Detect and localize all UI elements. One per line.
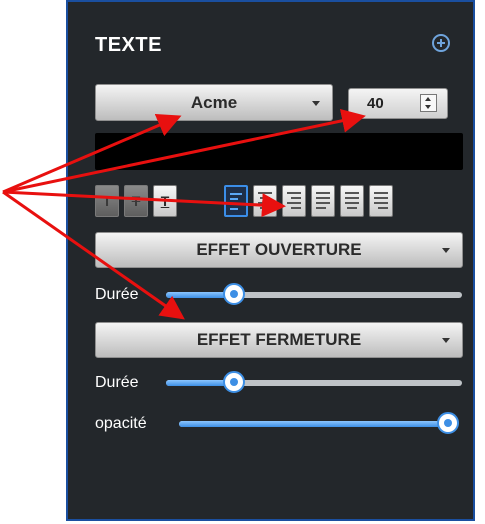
- duration-close-slider[interactable]: [166, 371, 462, 393]
- text-strike-button[interactable]: T: [124, 185, 148, 217]
- text-underline-icon: T: [160, 193, 170, 209]
- effect-open-label: EFFET OUVERTURE: [196, 240, 362, 259]
- font-size-value: 40: [367, 95, 384, 112]
- align-right-button[interactable]: [282, 185, 306, 217]
- duration-open-thumb[interactable]: [223, 283, 246, 305]
- text-underline-button[interactable]: T: [153, 185, 177, 217]
- opacity-fill: [179, 421, 448, 427]
- align-left-button[interactable]: [224, 185, 248, 217]
- align-center-button[interactable]: [253, 185, 277, 217]
- justify-right-icon: [374, 192, 388, 212]
- duration-close-label: Durée: [95, 374, 139, 391]
- text-strike-icon: T: [131, 193, 141, 209]
- text-bold-icon: T: [102, 193, 112, 209]
- justify-left-button[interactable]: [311, 185, 335, 217]
- text-bold-button[interactable]: T: [95, 185, 119, 217]
- align-right-icon: [287, 192, 301, 212]
- panel-title: TEXTE: [95, 34, 162, 56]
- opacity-thumb[interactable]: [437, 412, 459, 434]
- align-left-icon: [230, 193, 242, 213]
- font-size-stepper[interactable]: 40: [348, 88, 448, 119]
- align-center-icon: [258, 192, 272, 212]
- justify-right-button[interactable]: [369, 185, 393, 217]
- effect-close-label: EFFET FERMETURE: [196, 330, 362, 349]
- duration-open-slider[interactable]: [166, 283, 462, 305]
- chevron-down-icon: [442, 338, 450, 343]
- justify-left-icon: [316, 192, 330, 212]
- font-select-value: Acme: [190, 93, 238, 112]
- opacity-slider[interactable]: [179, 412, 459, 434]
- chevron-down-icon: [312, 101, 320, 106]
- font-select[interactable]: Acme: [95, 84, 333, 121]
- chevron-down-icon: [442, 248, 450, 253]
- duration-close-thumb[interactable]: [223, 371, 246, 393]
- effect-close-select[interactable]: EFFET FERMETURE: [95, 322, 463, 358]
- plus-circle-icon[interactable]: [432, 34, 450, 52]
- text-input[interactable]: [95, 133, 463, 170]
- opacity-label: opacité: [95, 415, 147, 432]
- justify-center-button[interactable]: [340, 185, 364, 217]
- text-panel: TEXTE Acme 40 T T T EFFET OUVERTURE Duré…: [66, 0, 475, 521]
- stepper-arrows-icon[interactable]: [420, 94, 437, 112]
- justify-center-icon: [345, 192, 359, 212]
- effect-open-select[interactable]: EFFET OUVERTURE: [95, 232, 463, 268]
- duration-open-label: Durée: [95, 286, 139, 303]
